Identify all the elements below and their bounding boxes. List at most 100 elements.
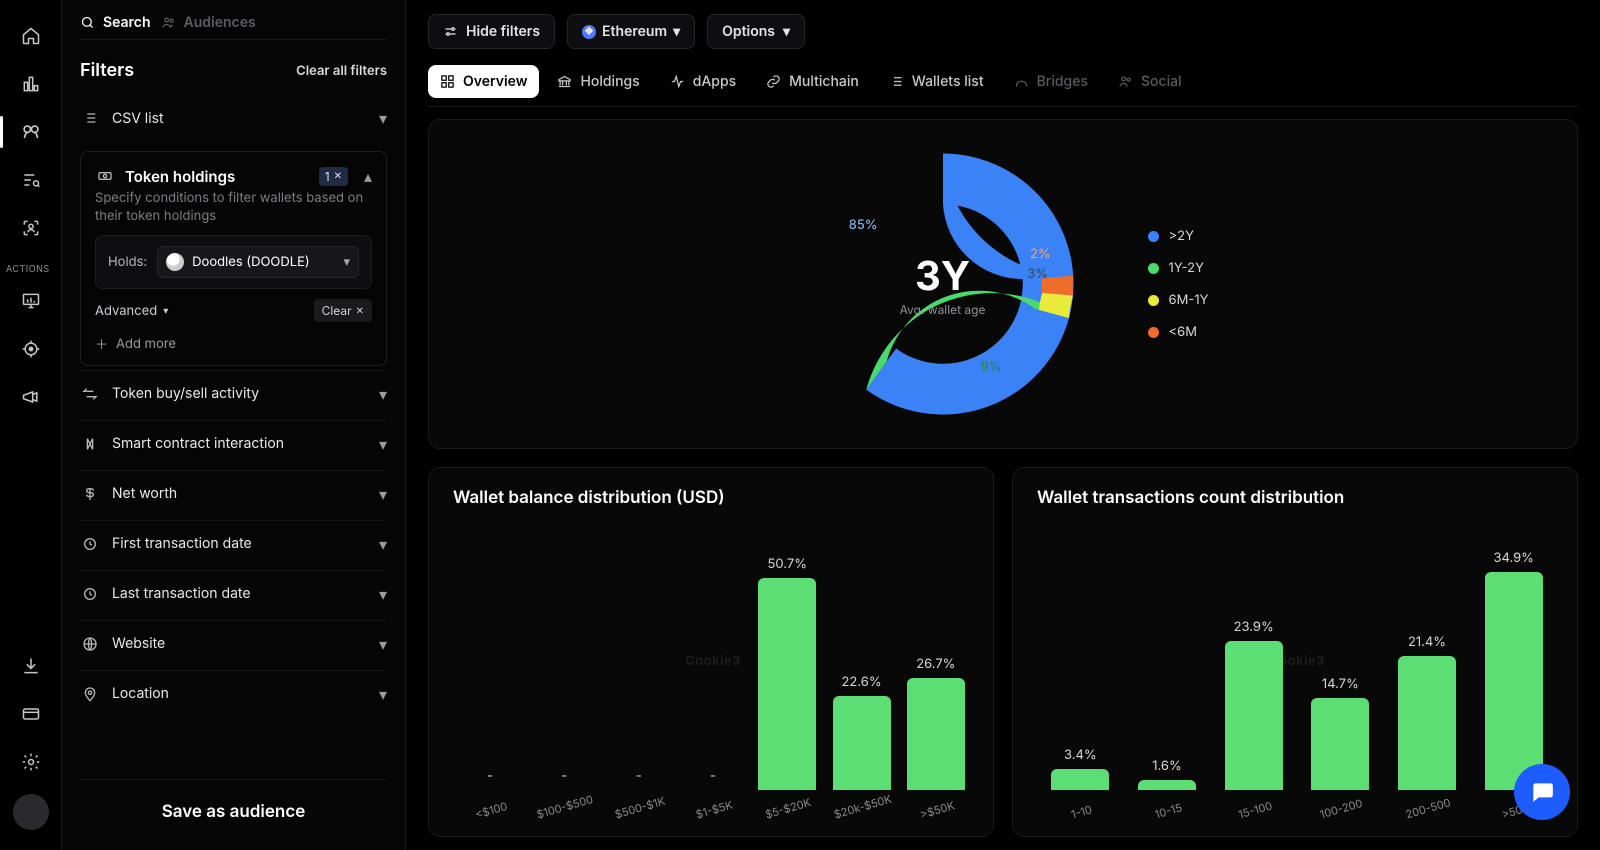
clear-condition[interactable]: Clear✕: [314, 299, 372, 322]
main: Hide filters ◆ Ethereum ▾ Options ▾ Over…: [406, 0, 1600, 850]
tab-audiences[interactable]: Audiences: [161, 14, 256, 31]
network-select[interactable]: ◆ Ethereum ▾: [567, 14, 695, 49]
tx-bars: Cookie3 3.4%1-101.6%10-1523.9%15-10014.7…: [1037, 524, 1557, 828]
filter-csv-label: CSV list: [112, 110, 367, 127]
bar-value: -: [636, 768, 642, 784]
left-rail: ACTIONS: [0, 0, 62, 850]
bar-category: 100-200: [1319, 796, 1365, 821]
holds-label: Holds:: [108, 254, 147, 270]
bar-value: 1.6%: [1152, 758, 1182, 774]
donut-center-sub: Avg. wallet age: [900, 302, 986, 317]
filter-buy-sell[interactable]: Token buy/sell activity ▾: [80, 370, 387, 416]
rail-actions-heading: ACTIONS: [6, 264, 50, 275]
wallet-age-donut: 85% 2% 3% 9% 3Y Avg. wallet age: [798, 139, 1088, 429]
seg-bridges: Bridges: [1002, 65, 1100, 98]
nav-chart[interactable]: [9, 62, 53, 106]
options-button[interactable]: Options ▾: [707, 14, 805, 49]
token-select[interactable]: Doodles (DOODLE) ▾: [157, 246, 359, 278]
filter-website[interactable]: Website ▾: [80, 620, 387, 666]
bridge-icon: [1014, 74, 1029, 89]
seg-multichain[interactable]: Multichain: [754, 65, 871, 98]
ethereum-icon: ◆: [582, 25, 596, 39]
nav-presentation[interactable]: [9, 279, 53, 323]
bar-category: $5-$20K: [764, 795, 813, 821]
bar-rect: [1051, 769, 1109, 790]
filter-smart-contract[interactable]: Smart contract interaction ▾: [80, 420, 387, 466]
bar-value: 14.7%: [1322, 676, 1359, 692]
bar-rect: [1398, 656, 1456, 790]
nav-explore[interactable]: [9, 110, 53, 154]
user-avatar[interactable]: [13, 794, 49, 830]
bar-category: $500-$1K: [613, 794, 666, 822]
nav-settings[interactable]: [9, 740, 53, 784]
chevron-down-icon: ▾: [163, 305, 168, 317]
grid-icon: [440, 74, 455, 89]
tab-search[interactable]: Search: [80, 14, 151, 31]
bar-rect: [1138, 780, 1196, 790]
pin-icon: [80, 686, 100, 702]
seg-wallets[interactable]: Wallets list: [877, 65, 996, 98]
seg-holdings[interactable]: Holdings: [545, 65, 651, 98]
bar-value: 50.7%: [768, 556, 807, 572]
chevron-down-icon: ▾: [673, 23, 680, 40]
filter-first-tx[interactable]: First transaction date ▾: [80, 520, 387, 566]
token-holdings-title: Token holdings: [125, 167, 235, 186]
chevron-down-icon: ▾: [379, 684, 387, 704]
add-more-condition[interactable]: ＋ Add more: [95, 334, 372, 353]
chevron-down-icon: ▾: [379, 584, 387, 604]
bar-col: 26.7%>$50K: [899, 656, 973, 790]
chat-fab[interactable]: [1514, 764, 1570, 820]
holds-condition: Holds: Doodles (DOODLE) ▾: [95, 235, 372, 289]
save-as-audience[interactable]: Save as audience: [80, 779, 387, 850]
bar-value: 23.9%: [1234, 619, 1274, 635]
nav-aim[interactable]: [9, 327, 53, 371]
globe-icon: [80, 636, 100, 652]
bar-category: 200-500: [1404, 795, 1452, 821]
link-icon: [766, 74, 781, 89]
bar-category: $100-$500: [535, 792, 595, 821]
nav-home[interactable]: [9, 14, 53, 58]
hide-filters-button[interactable]: Hide filters: [428, 14, 555, 49]
interaction-icon: [80, 436, 100, 452]
nav-list-search[interactable]: [9, 158, 53, 202]
filter-csv[interactable]: CSV list ▾: [80, 95, 387, 141]
nav-card[interactable]: [9, 692, 53, 736]
nav-megaphone[interactable]: [9, 375, 53, 419]
chevron-down-icon: ▾: [379, 534, 387, 554]
chevron-down-icon: ▾: [343, 254, 350, 270]
bar-col: 22.6%$20k-$50K: [824, 674, 898, 791]
tab-audiences-label: Audiences: [184, 14, 256, 31]
clock-start-icon: [80, 536, 100, 552]
advanced-toggle[interactable]: Advanced▾: [95, 303, 168, 319]
balance-chart-title: Wallet balance distribution (USD): [453, 488, 973, 508]
seg-social: Social: [1106, 65, 1194, 98]
token-holdings-count[interactable]: 1✕: [319, 167, 348, 186]
seg-dapps[interactable]: dApps: [658, 65, 748, 98]
filter-location[interactable]: Location ▾: [80, 670, 387, 716]
chevron-down-icon: ▾: [379, 484, 387, 504]
filter-last-tx[interactable]: Last transaction date ▾: [80, 570, 387, 616]
bar-col: 34.9%>500: [1470, 550, 1557, 790]
bar-rect: [833, 696, 891, 791]
clear-all-filters[interactable]: Clear all filters: [296, 63, 387, 79]
bar-category: 1-10: [1070, 802, 1094, 821]
nav-download[interactable]: [9, 644, 53, 688]
filter-net-worth[interactable]: Net worth ▾: [80, 470, 387, 516]
filters-title: Filters: [80, 60, 134, 81]
chevron-down-icon: ▾: [783, 23, 790, 40]
bar-value: -: [710, 768, 716, 784]
bar-rect: [1225, 641, 1283, 790]
balance-distribution-card: Wallet balance distribution (USD) Cookie…: [428, 467, 994, 837]
bar-category: $20k-$50K: [832, 792, 893, 822]
users-icon: [1118, 74, 1133, 89]
audiences-icon: [161, 15, 176, 30]
clock-end-icon: [80, 586, 100, 602]
bar-value: 26.7%: [916, 656, 955, 672]
nav-target-user[interactable]: [9, 206, 53, 250]
chevron-up-icon[interactable]: ▴: [364, 166, 372, 186]
wallet-age-card: 85% 2% 3% 9% 3Y Avg. wallet age >2Y 1Y-2…: [428, 119, 1578, 449]
seg-overview[interactable]: Overview: [428, 65, 539, 98]
token-name: Doodles (DOODLE): [192, 254, 309, 270]
bar-category: $1-$5K: [694, 798, 734, 822]
list-icon: [889, 74, 904, 89]
